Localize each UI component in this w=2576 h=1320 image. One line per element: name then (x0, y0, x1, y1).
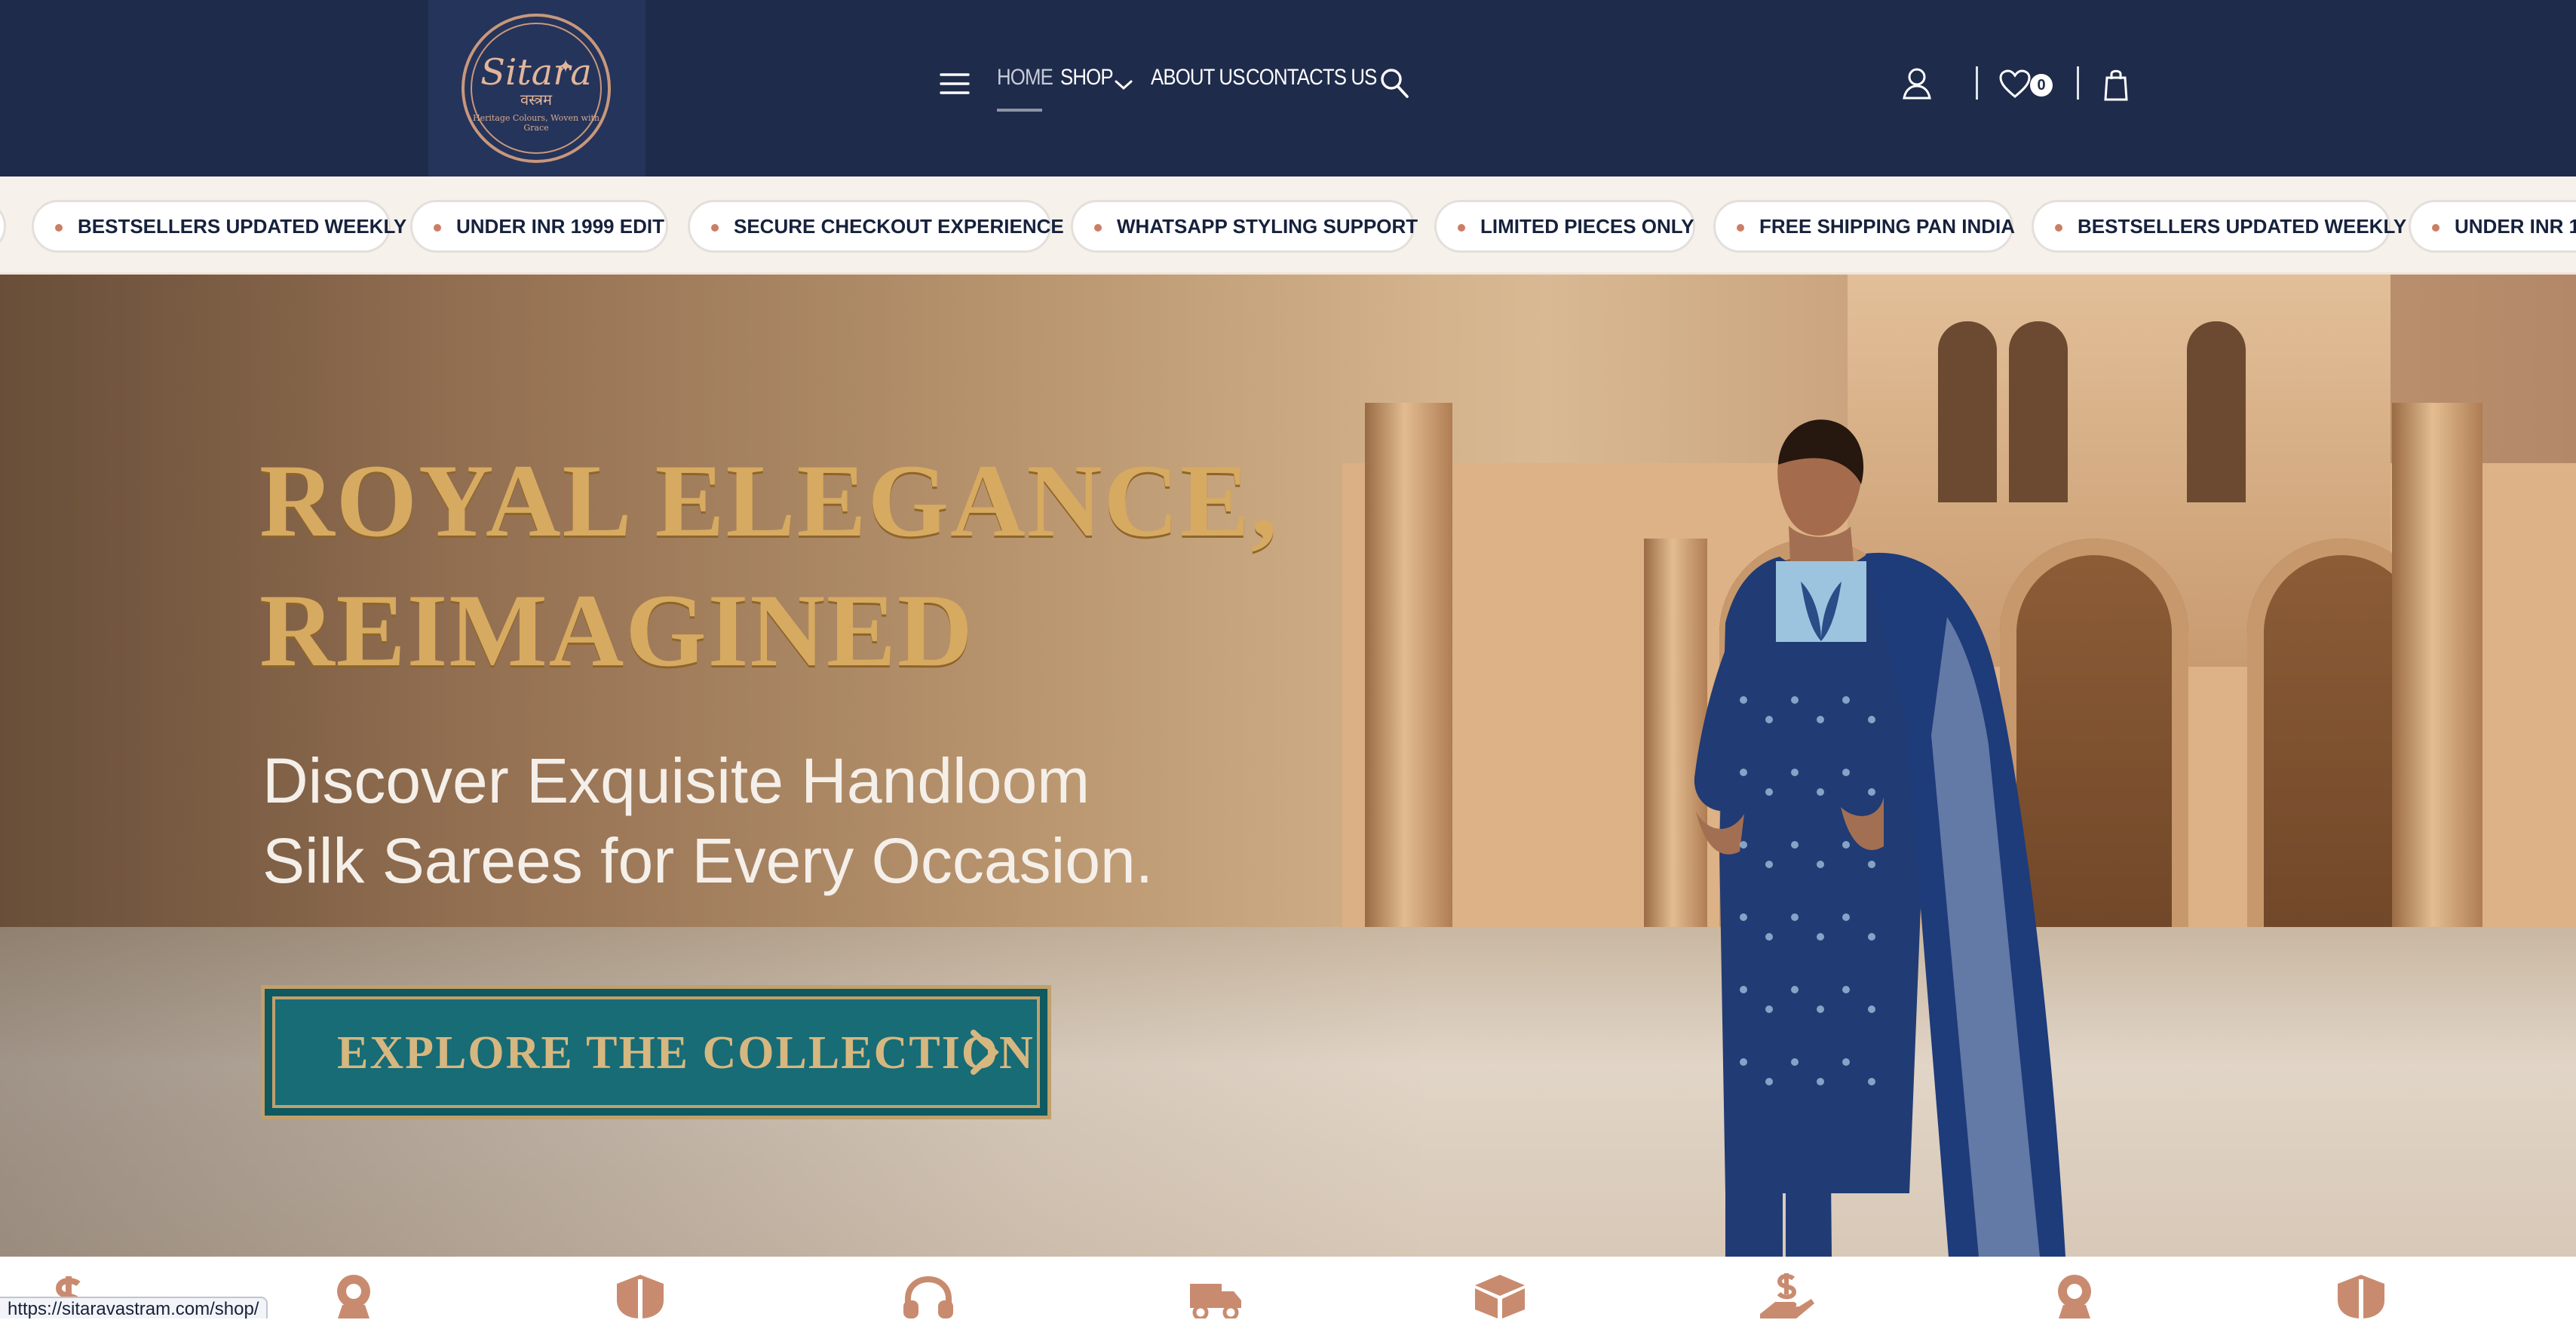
shopping-bag-icon[interactable] (2102, 68, 2130, 101)
announcement-ticker: BESTSELLERS UPDATED WEEKLY UNDER INR 199… (0, 177, 2576, 275)
browser-status-url: https://sitaravastram.com/shop/ (0, 1297, 268, 1319)
ticker-item: SECURE CHECKOUT EXPERIENCE (688, 200, 1064, 253)
ticker-item: LIMITED PIECES ONLY (1434, 200, 1695, 253)
background-window (2187, 321, 2246, 502)
ticker-item-partial (0, 200, 6, 253)
truck-icon (1190, 1284, 1241, 1318)
star-icon: ✦ (558, 56, 574, 77)
explore-collection-label: EXPLORE THE COLLECTION (337, 1027, 1035, 1079)
ticker-item: BESTSELLERS UPDATED WEEKLY (2032, 200, 2406, 253)
box-icon (1475, 1275, 1525, 1318)
hero-title: ROYAL ELEGANCE, REIMAGINED (259, 436, 1279, 695)
ticker-item: FREE SHIPPING PAN INDIA (1713, 200, 2015, 253)
shield-icon (617, 1275, 664, 1318)
chevron-down-icon[interactable] (1114, 78, 1133, 92)
explore-collection-button[interactable]: EXPLORE THE COLLECTION (261, 985, 1051, 1119)
active-nav-indicator (997, 109, 1042, 112)
hero-title-line: REIMAGINED (259, 573, 974, 688)
heart-icon[interactable] (1998, 69, 2032, 100)
ticker-item-partial: UNDER INR 19 (2409, 200, 2576, 253)
user-icon[interactable] (1900, 66, 1934, 101)
brand-name: Sitara (480, 51, 592, 94)
ticker-item: BESTSELLERS UPDATED WEEKLY (32, 200, 406, 253)
search-icon[interactable] (1378, 66, 1410, 100)
nav-about-us[interactable]: ABOUT US (1151, 65, 1245, 101)
ticker-item: UNDER INR 1999 EDIT (410, 200, 668, 253)
ticker-item: WHATSAPP STYLING SUPPORT (1071, 200, 1418, 253)
brand-tagline: Heritage Colours, Woven with Grace (473, 113, 600, 133)
wishlist-count-badge: 0 (2030, 74, 2053, 97)
hero-subtitle-line: Silk Sarees for Every Occasion. (262, 825, 1154, 896)
chevron-right-icon (971, 1030, 999, 1075)
header-divider (2077, 66, 2079, 100)
headphones-icon (903, 1275, 953, 1318)
model-in-blue-suit (1694, 419, 2065, 1257)
header-divider (1976, 66, 1978, 100)
hand-money-icon (1760, 1273, 1814, 1318)
award-icon (2058, 1275, 2091, 1318)
hero-subtitle-line: Discover Exquisite Handloom (262, 745, 1090, 816)
nav-home[interactable]: HOME (997, 65, 1053, 101)
feature-icons-strip (0, 1257, 2576, 1318)
shield-icon (2338, 1275, 2384, 1318)
hero-subtitle: Discover Exquisite Handloom Silk Sarees … (262, 741, 1153, 901)
nav-contacts-us[interactable]: CONTACTS US (1246, 65, 1377, 101)
brand-devanagari: वस्त्रम (520, 91, 552, 109)
hero-banner: ROYAL ELEGANCE, REIMAGINED Discover Exqu… (0, 275, 2576, 1257)
hero-title-line: ROYAL ELEGANCE, (259, 443, 1279, 558)
site-header: Sitara ✦ वस्त्रम Heritage Colours, Woven… (0, 0, 2576, 177)
award-icon (337, 1275, 370, 1318)
menu-icon[interactable] (940, 72, 970, 96)
nav-shop[interactable]: SHOP (1060, 65, 1114, 101)
